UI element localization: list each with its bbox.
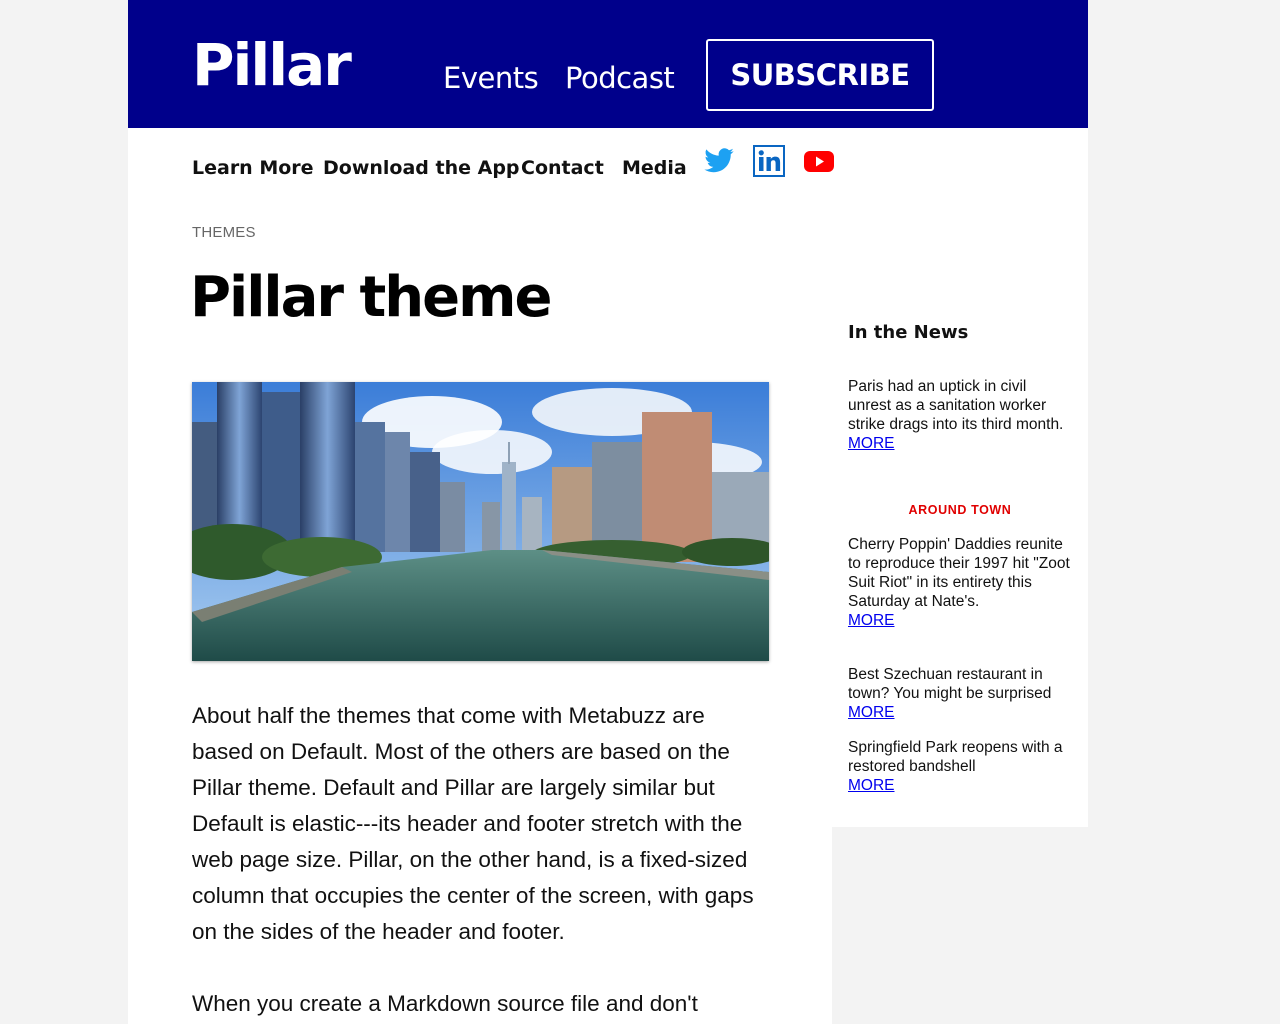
news-item: Cherry Poppin' Daddies reunite to reprod… — [848, 535, 1070, 630]
page-title: Pillar theme — [190, 265, 552, 330]
news-item-text: Best Szechuan restaurant in town? You mi… — [848, 666, 1052, 702]
site-header: Pillar Events Podcast SUBSCRIBE — [128, 0, 1088, 128]
news-item-text: Cherry Poppin' Daddies reunite to reprod… — [848, 536, 1070, 610]
nav-link-learn-more[interactable]: Learn More — [192, 154, 314, 182]
section-label: AROUND TOWN — [908, 503, 1012, 517]
article-paragraph: About half the themes that come with Met… — [192, 703, 754, 944]
news-item-text: Paris had an uptick in civil unrest as a… — [848, 378, 1064, 433]
sidebar-title: In the News — [848, 322, 969, 343]
article-paragraph-2: When you create a Markdown source file a… — [192, 991, 698, 1016]
news-more-link[interactable]: MORE — [848, 611, 1070, 630]
nav-link-media[interactable]: Media — [622, 154, 687, 182]
hero-image — [192, 382, 769, 661]
subscribe-button[interactable]: SUBSCRIBE — [706, 39, 934, 111]
sidebar — [832, 128, 1088, 827]
news-more-link[interactable]: MORE — [848, 703, 1070, 722]
nav-link-download-app[interactable]: Download the App — [323, 154, 520, 182]
article-category: THEMES — [192, 224, 256, 241]
page: Pillar Events Podcast SUBSCRIBE Learn Mo… — [128, 0, 1088, 1024]
news-more-link[interactable]: MORE — [848, 434, 1070, 453]
linkedin-icon[interactable] — [753, 145, 785, 177]
nav-link-contact[interactable]: Contact — [521, 154, 604, 182]
nav-link-podcast[interactable]: Podcast — [565, 58, 675, 98]
news-item-text: Springfield Park reopens with a restored… — [848, 739, 1063, 775]
news-item: Springfield Park reopens with a restored… — [848, 738, 1070, 795]
nav-link-events[interactable]: Events — [443, 58, 539, 98]
news-item: Best Szechuan restaurant in town? You mi… — [848, 665, 1070, 722]
twitter-icon[interactable] — [703, 145, 735, 177]
news-item: Paris had an uptick in civil unrest as a… — [848, 377, 1070, 453]
youtube-icon[interactable] — [803, 145, 835, 177]
site-logo[interactable]: Pillar — [192, 30, 352, 100]
news-more-link[interactable]: MORE — [848, 776, 1070, 795]
